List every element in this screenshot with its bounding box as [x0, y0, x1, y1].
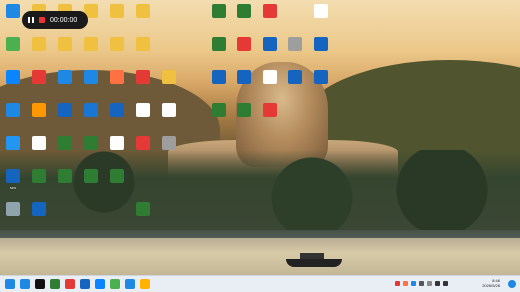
desktop-icon[interactable]	[136, 70, 150, 84]
desktop-icon[interactable]	[212, 37, 226, 51]
desktop-icon[interactable]	[84, 169, 98, 183]
clock[interactable]: 8:46 2026/5/28	[482, 278, 500, 288]
tray-icon[interactable]	[427, 281, 432, 286]
desktop-icon[interactable]	[136, 103, 150, 117]
desktop-icon[interactable]	[58, 136, 72, 150]
desktop-icon[interactable]	[32, 37, 46, 51]
desktop-icon[interactable]	[32, 169, 46, 183]
system-tray	[395, 281, 448, 286]
desktop-icon[interactable]	[314, 37, 328, 51]
clock-date: 2026/5/28	[482, 283, 500, 288]
desktop-icon[interactable]	[6, 202, 20, 216]
recording-timer: 00:00:00	[50, 16, 78, 24]
taskbar-app-icon[interactable]	[20, 279, 30, 289]
desktop-icon[interactable]	[237, 37, 251, 51]
desktop-icon[interactable]	[6, 136, 20, 150]
desktop-icon[interactable]	[237, 70, 251, 84]
desktop-icon[interactable]	[212, 103, 226, 117]
taskbar: 8:46 2026/5/28	[0, 275, 520, 292]
taskbar-app-icon[interactable]	[95, 279, 105, 289]
desktop-icon[interactable]	[263, 37, 277, 51]
taskbar-app-icon[interactable]	[125, 279, 135, 289]
desktop-icon[interactable]	[6, 103, 20, 117]
desktop-icon[interactable]	[263, 103, 277, 117]
desktop-icon[interactable]	[314, 70, 328, 84]
desktop-icon[interactable]	[58, 103, 72, 117]
desktop-icon[interactable]	[32, 70, 46, 84]
desktop-icon[interactable]	[58, 37, 72, 51]
taskbar-app-icon[interactable]	[65, 279, 75, 289]
desktop-icon[interactable]	[162, 70, 176, 84]
tray-icon[interactable]	[403, 281, 408, 286]
desktop-icon[interactable]	[237, 4, 251, 18]
desktop-icon[interactable]	[58, 169, 72, 183]
taskbar-app-icon[interactable]	[80, 279, 90, 289]
desktop-icon[interactable]	[263, 70, 277, 84]
taskbar-app-icon[interactable]	[110, 279, 120, 289]
desktop-icon[interactable]	[32, 202, 46, 216]
desktop-icon[interactable]	[84, 136, 98, 150]
pause-icon[interactable]	[28, 17, 34, 23]
taskbar-app-icon[interactable]	[50, 279, 60, 289]
desktop-icon[interactable]	[84, 70, 98, 84]
boat-cabin	[300, 253, 324, 259]
boat	[286, 259, 342, 267]
desktop-icon[interactable]	[32, 103, 46, 117]
desktop-icon[interactable]	[110, 37, 124, 51]
screen-recorder-bar: 00:00:00	[22, 11, 88, 29]
tray-icon[interactable]	[395, 281, 400, 286]
desktop-icon[interactable]	[58, 70, 72, 84]
desktop-icon[interactable]	[110, 4, 124, 18]
desktop-icon-label: seo	[9, 185, 17, 190]
desktop-icon[interactable]	[84, 103, 98, 117]
desktop-icon[interactable]	[263, 4, 277, 18]
stop-icon[interactable]	[39, 17, 45, 23]
desktop-icon[interactable]	[6, 70, 20, 84]
desktop-icon[interactable]	[237, 103, 251, 117]
water	[0, 238, 520, 275]
tray-icon[interactable]	[419, 281, 424, 286]
volume-icon[interactable]	[443, 281, 448, 286]
desktop-icon[interactable]	[6, 37, 20, 51]
desktop-icon[interactable]	[110, 169, 124, 183]
taskbar-app-icon[interactable]	[140, 279, 150, 289]
desktop-icon[interactable]	[110, 70, 124, 84]
desktop-icon[interactable]	[288, 37, 302, 51]
desktop-icon[interactable]	[136, 37, 150, 51]
desktop-icon[interactable]	[288, 70, 302, 84]
desktop-icon[interactable]	[110, 136, 124, 150]
windows-start-icon[interactable]	[5, 279, 15, 289]
trees	[0, 150, 520, 230]
desktop-icon[interactable]	[136, 202, 150, 216]
tray-icon[interactable]	[411, 281, 416, 286]
desktop-icon[interactable]	[32, 136, 46, 150]
desktop-icon[interactable]	[136, 136, 150, 150]
desktop-icon[interactable]	[110, 103, 124, 117]
taskbar-app-icon[interactable]	[35, 279, 45, 289]
desktop-icon[interactable]	[162, 136, 176, 150]
desktop-icon[interactable]	[84, 37, 98, 51]
desktop-icon[interactable]	[6, 169, 20, 183]
desktop-icon[interactable]	[212, 4, 226, 18]
desktop-icon[interactable]	[314, 4, 328, 18]
desktop-icon[interactable]	[136, 4, 150, 18]
desktop-icon[interactable]	[6, 4, 20, 18]
network-icon[interactable]	[435, 281, 440, 286]
desktop-icon[interactable]	[162, 103, 176, 117]
notification-icon[interactable]	[508, 280, 516, 288]
desktop: seo	[0, 0, 520, 275]
desktop-icon[interactable]	[212, 70, 226, 84]
